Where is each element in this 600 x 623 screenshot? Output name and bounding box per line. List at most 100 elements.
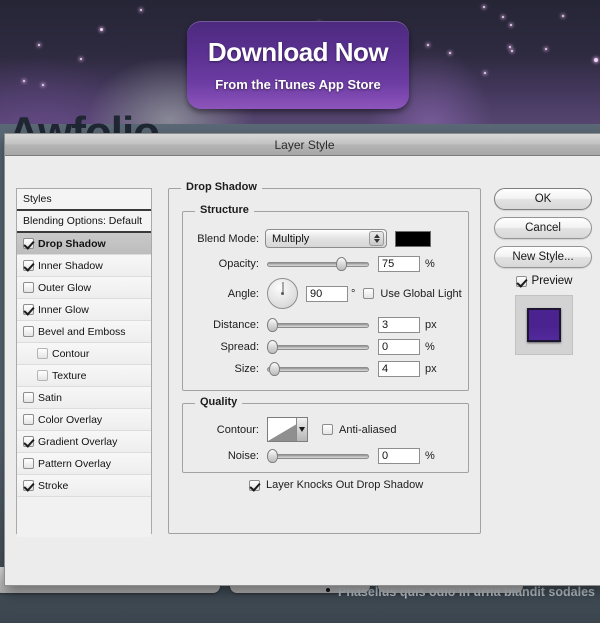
angle-dial[interactable] <box>267 278 298 309</box>
checkbox-icon[interactable] <box>515 275 527 287</box>
contour-preset-picker[interactable] <box>267 417 308 442</box>
star-icon <box>38 44 40 46</box>
opacity-label: Opacity: <box>218 258 259 270</box>
structure-group-title: Structure <box>195 204 254 216</box>
anti-aliased-label: Anti-aliased <box>339 423 397 436</box>
spread-input[interactable]: 0 <box>378 339 420 355</box>
bullet-list-item: Phasellus quis odio in urna blandit soda… <box>338 585 595 599</box>
layer-knocks-out-label: Layer Knocks Out Drop Shadow <box>266 479 424 491</box>
ok-button[interactable]: OK <box>494 188 592 210</box>
styles-list[interactable]: Styles Blending Options: Default Drop Sh… <box>16 188 152 537</box>
sidebar-item-satin[interactable]: Satin <box>17 387 151 409</box>
size-unit: px <box>425 363 437 375</box>
chevron-down-icon[interactable] <box>296 418 307 441</box>
angle-unit: ° <box>351 287 356 300</box>
sidebar-item-bevel-and-emboss[interactable]: Bevel and Emboss <box>17 321 151 343</box>
checkbox-icon[interactable] <box>23 414 34 425</box>
angle-input[interactable]: 90 <box>306 285 348 302</box>
sidebar-item-label: Bevel and Emboss <box>38 325 126 338</box>
star-icon <box>42 84 44 86</box>
preview-thumbnail <box>515 295 573 355</box>
styles-list-header[interactable]: Styles <box>17 189 151 211</box>
distance-label: Distance: <box>213 319 259 331</box>
slider-knob[interactable] <box>336 257 347 271</box>
size-slider[interactable] <box>267 362 369 376</box>
sidebar-item-outer-glow[interactable]: Outer Glow <box>17 277 151 299</box>
checkbox-icon[interactable] <box>363 288 375 299</box>
checkbox-icon[interactable] <box>23 238 34 249</box>
quality-group-title: Quality <box>195 396 243 408</box>
slider-track <box>267 323 369 328</box>
distance-input[interactable]: 3 <box>378 317 420 333</box>
noise-label: Noise: <box>227 450 259 462</box>
sidebar-item-label: Outer Glow <box>38 281 92 294</box>
preview-swatch <box>527 308 561 342</box>
checkbox-icon[interactable] <box>23 480 34 491</box>
dialog-titlebar[interactable]: Layer Style <box>5 134 600 156</box>
checkbox-icon[interactable] <box>23 436 34 447</box>
star-icon <box>484 72 486 74</box>
spread-label: Spread: <box>220 341 259 353</box>
anti-aliased-row[interactable]: Anti-aliased <box>322 424 396 436</box>
checkbox-icon[interactable] <box>37 348 48 359</box>
slider-knob[interactable] <box>267 340 278 354</box>
download-now-button[interactable]: Download Now From the iTunes App Store <box>187 21 409 109</box>
blend-mode-select[interactable]: Multiply <box>265 229 387 248</box>
sidebar-item-label: Pattern Overlay <box>38 457 111 470</box>
sidebar-item-contour[interactable]: Contour <box>17 343 151 365</box>
opacity-slider[interactable] <box>267 257 369 271</box>
new-style-button[interactable]: New Style... <box>494 246 592 268</box>
angle-label: Angle: <box>227 287 259 300</box>
checkbox-icon[interactable] <box>23 282 34 293</box>
use-global-light-row[interactable]: Use Global Light <box>363 287 462 300</box>
dialog-button-column: OK Cancel New Style... Preview <box>494 188 594 355</box>
use-global-light-label: Use Global Light <box>380 287 462 300</box>
sidebar-item-texture[interactable]: Texture <box>17 365 151 387</box>
checkbox-icon[interactable] <box>23 304 34 315</box>
spread-slider[interactable] <box>267 340 369 354</box>
sidebar-item-color-overlay[interactable]: Color Overlay <box>17 409 151 431</box>
checkbox-icon[interactable] <box>23 260 34 271</box>
sidebar-item-label: Satin <box>38 391 62 404</box>
checkbox-icon[interactable] <box>322 424 333 435</box>
sidebar-item-pattern-overlay[interactable]: Pattern Overlay <box>17 453 151 475</box>
drop-shadow-group-title: Drop Shadow <box>181 181 262 193</box>
blending-options-label: Blending Options: Default <box>23 215 143 227</box>
noise-input[interactable]: 0 <box>378 448 420 464</box>
shadow-color-swatch[interactable] <box>395 230 431 247</box>
blend-mode-value: Multiply <box>272 232 310 245</box>
preview-label: Preview <box>531 275 573 287</box>
slider-knob[interactable] <box>269 362 280 376</box>
blending-options-row[interactable]: Blending Options: Default <box>17 211 151 233</box>
sidebar-item-inner-shadow[interactable]: Inner Shadow <box>17 255 151 277</box>
checkbox-icon[interactable] <box>37 370 48 381</box>
star-icon <box>509 46 511 48</box>
distance-slider[interactable] <box>267 318 369 332</box>
slider-knob[interactable] <box>267 449 278 463</box>
opacity-input[interactable]: 75 <box>378 256 420 272</box>
sidebar-item-label: Gradient Overlay <box>38 435 118 448</box>
cancel-button[interactable]: Cancel <box>494 217 592 239</box>
sidebar-item-inner-glow[interactable]: Inner Glow <box>17 299 151 321</box>
stepper-arrows-icon[interactable] <box>369 231 384 246</box>
sidebar-item-drop-shadow[interactable]: Drop Shadow <box>17 233 151 255</box>
checkbox-icon[interactable] <box>23 458 34 469</box>
checkbox-icon[interactable] <box>23 392 34 403</box>
contour-label: Contour: <box>216 423 259 436</box>
sidebar-item-stroke[interactable]: Stroke <box>17 475 151 497</box>
sidebar-item-gradient-overlay[interactable]: Gradient Overlay <box>17 431 151 453</box>
star-icon <box>545 48 547 50</box>
bullet-point-icon <box>326 588 330 592</box>
star-icon <box>562 15 564 17</box>
star-icon <box>510 24 512 26</box>
download-title: Download Now <box>207 37 389 67</box>
size-input[interactable]: 4 <box>378 361 420 377</box>
checkbox-icon[interactable] <box>23 326 34 337</box>
slider-knob[interactable] <box>267 318 278 332</box>
slider-track <box>267 454 369 459</box>
layer-knocks-out-row[interactable]: Layer Knocks Out Drop Shadow <box>249 479 423 491</box>
noise-slider[interactable] <box>267 449 369 463</box>
checkbox-icon[interactable] <box>249 479 260 491</box>
slider-track <box>267 345 369 350</box>
preview-checkbox-row[interactable]: Preview <box>494 275 594 287</box>
